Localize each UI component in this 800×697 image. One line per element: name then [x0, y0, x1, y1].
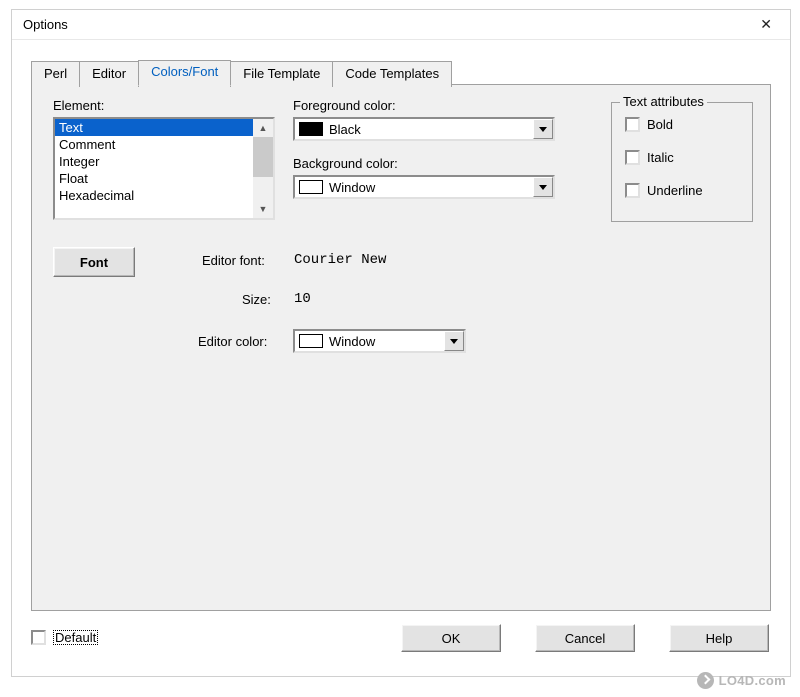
- bg-swatch: [299, 180, 323, 194]
- checkbox-icon: [625, 183, 640, 198]
- close-icon[interactable]: ✕: [752, 12, 780, 37]
- chevron-down-icon[interactable]: [444, 331, 464, 351]
- bold-checkbox[interactable]: Bold: [625, 117, 673, 132]
- editor-color-label: Editor color:: [198, 334, 267, 349]
- tab-editor[interactable]: Editor: [79, 61, 139, 87]
- cancel-button[interactable]: Cancel: [535, 624, 635, 652]
- window-title: Options: [23, 17, 68, 32]
- list-item[interactable]: Hexadecimal: [55, 187, 253, 204]
- checkbox-icon: [625, 117, 640, 132]
- element-listbox[interactable]: Text Comment Integer Float Hexadecimal ▲…: [53, 117, 275, 220]
- tab-perl[interactable]: Perl: [31, 61, 80, 87]
- editor-color-combo[interactable]: Window: [293, 329, 466, 353]
- fg-label: Foreground color:: [293, 98, 396, 113]
- editor-color-swatch: [299, 334, 323, 348]
- tab-file-template[interactable]: File Template: [230, 61, 333, 87]
- help-button[interactable]: Help: [669, 624, 769, 652]
- text-attributes-legend: Text attributes: [620, 94, 707, 109]
- dialog-buttons-row: Default OK Cancel Help: [31, 624, 771, 656]
- underline-checkbox[interactable]: Underline: [625, 183, 703, 198]
- list-item[interactable]: Float: [55, 170, 253, 187]
- tab-panel: Element: Text Comment Integer Float Hexa…: [31, 84, 771, 611]
- scroll-down-icon[interactable]: ▼: [253, 200, 273, 218]
- chevron-down-icon[interactable]: [533, 177, 553, 197]
- scroll-thumb[interactable]: [253, 137, 273, 177]
- size-label: Size:: [242, 292, 271, 307]
- editor-font-label: Editor font:: [202, 253, 265, 268]
- scroll-up-icon[interactable]: ▲: [253, 119, 273, 137]
- scrollbar[interactable]: ▲ ▼: [253, 119, 273, 218]
- font-button[interactable]: Font: [53, 247, 135, 277]
- list-item[interactable]: Comment: [55, 136, 253, 153]
- text-attributes-group: Text attributes Bold Italic Underline: [611, 102, 753, 222]
- chevron-down-icon[interactable]: [533, 119, 553, 139]
- options-dialog: Options ✕ Perl Editor Colors/Font File T…: [11, 9, 791, 677]
- editor-font-value: Courier New: [294, 252, 386, 268]
- fg-color-value: Black: [329, 122, 533, 137]
- list-item[interactable]: Integer: [55, 153, 253, 170]
- titlebar: Options ✕: [12, 10, 790, 40]
- checkbox-icon: [31, 630, 46, 645]
- bg-label: Background color:: [293, 156, 398, 171]
- ok-button[interactable]: OK: [401, 624, 501, 652]
- list-item[interactable]: Text: [55, 119, 253, 136]
- bg-color-value: Window: [329, 180, 533, 195]
- element-label: Element:: [53, 98, 104, 113]
- editor-color-value: Window: [329, 334, 444, 349]
- tab-code-templates[interactable]: Code Templates: [332, 61, 452, 87]
- fg-swatch: [299, 122, 323, 136]
- bg-color-combo[interactable]: Window: [293, 175, 555, 199]
- default-label: Default: [53, 630, 98, 645]
- italic-checkbox[interactable]: Italic: [625, 150, 674, 165]
- default-checkbox[interactable]: Default: [31, 630, 98, 645]
- fg-color-combo[interactable]: Black: [293, 117, 555, 141]
- checkbox-icon: [625, 150, 640, 165]
- tab-strip: Perl Editor Colors/Font File Template Co…: [31, 60, 451, 86]
- tab-colors-font[interactable]: Colors/Font: [138, 60, 231, 86]
- size-value: 10: [294, 291, 311, 307]
